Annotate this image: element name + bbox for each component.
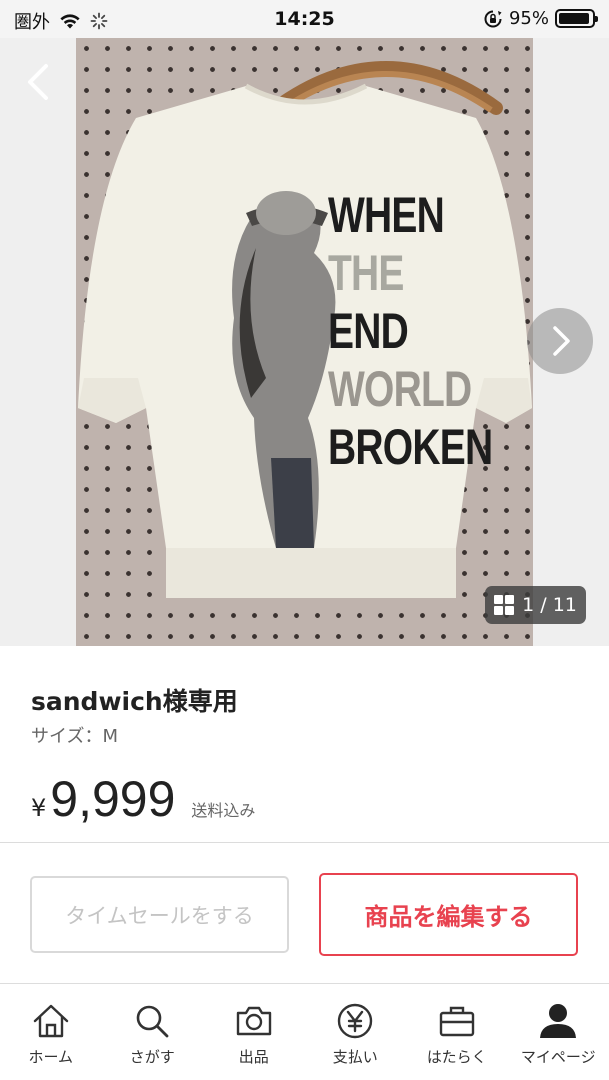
- slogan-line: WHEN: [328, 187, 445, 243]
- tab-bar: ホーム さがす 出品 支払い はたらく マイページ: [0, 983, 609, 1080]
- slogan-line: BROKEN: [328, 419, 493, 475]
- status-right: 95%: [483, 8, 598, 29]
- price-value: 9,999: [50, 771, 176, 827]
- product-photo: WHEN THE END WORLD BROKEN: [76, 38, 533, 646]
- search-icon: [136, 1005, 169, 1038]
- price-currency: ¥: [31, 794, 47, 822]
- user-icon: [540, 1004, 577, 1038]
- next-chevron-icon: [553, 326, 570, 356]
- tab-work[interactable]: はたらく: [406, 984, 508, 1080]
- tab-search[interactable]: さがす: [102, 984, 204, 1080]
- image-counter[interactable]: 1 / 11: [485, 586, 586, 624]
- tab-label: ホーム: [28, 1048, 74, 1066]
- edit-item-button[interactable]: 商品を編集する: [319, 873, 578, 956]
- tab-sell[interactable]: 出品: [203, 984, 305, 1080]
- tab-home[interactable]: ホーム: [0, 984, 102, 1080]
- home-icon: [33, 1004, 68, 1038]
- camera-icon: [236, 1006, 271, 1036]
- tab-label: 出品: [238, 1048, 269, 1066]
- time-sale-button[interactable]: タイムセールをする: [30, 876, 289, 953]
- item-title: sandwich様専用: [31, 687, 238, 716]
- grid-icon: [494, 595, 515, 615]
- shipping-note: 送料込み: [191, 801, 256, 820]
- battery-icon: [555, 9, 598, 28]
- yen-coin-icon: [338, 1003, 373, 1039]
- item-size: サイズ：M: [31, 726, 118, 747]
- status-bar: 圏外 14:25 95%: [0, 0, 609, 38]
- battery-level: [559, 13, 590, 24]
- tab-payment[interactable]: 支払い: [305, 984, 407, 1080]
- tab-mypage[interactable]: マイページ: [508, 984, 609, 1080]
- back-button[interactable]: [18, 60, 58, 104]
- slogan-line: THE: [328, 245, 404, 301]
- slogan-line: END: [328, 303, 409, 359]
- back-chevron-icon: [28, 64, 48, 100]
- divider: [0, 842, 609, 843]
- image-counter-label: 1 / 11: [522, 594, 577, 616]
- tab-label: 支払い: [332, 1048, 378, 1066]
- briefcase-icon: [439, 1006, 474, 1037]
- tab-label: はたらく: [426, 1048, 487, 1066]
- tab-label: マイページ: [520, 1048, 596, 1066]
- battery-percent: 95%: [508, 8, 549, 29]
- slogan-line: WORLD: [328, 361, 472, 417]
- tab-label: さがす: [129, 1048, 175, 1066]
- next-image-button[interactable]: [527, 308, 593, 374]
- shirt-slogan: WHEN THE END WORLD BROKEN: [328, 186, 493, 476]
- price-row: ¥ 9,999 送料込み: [31, 770, 255, 828]
- photo-carousel[interactable]: WHEN THE END WORLD BROKEN 1 / 11: [0, 38, 609, 646]
- rotation-lock-icon: [484, 10, 502, 27]
